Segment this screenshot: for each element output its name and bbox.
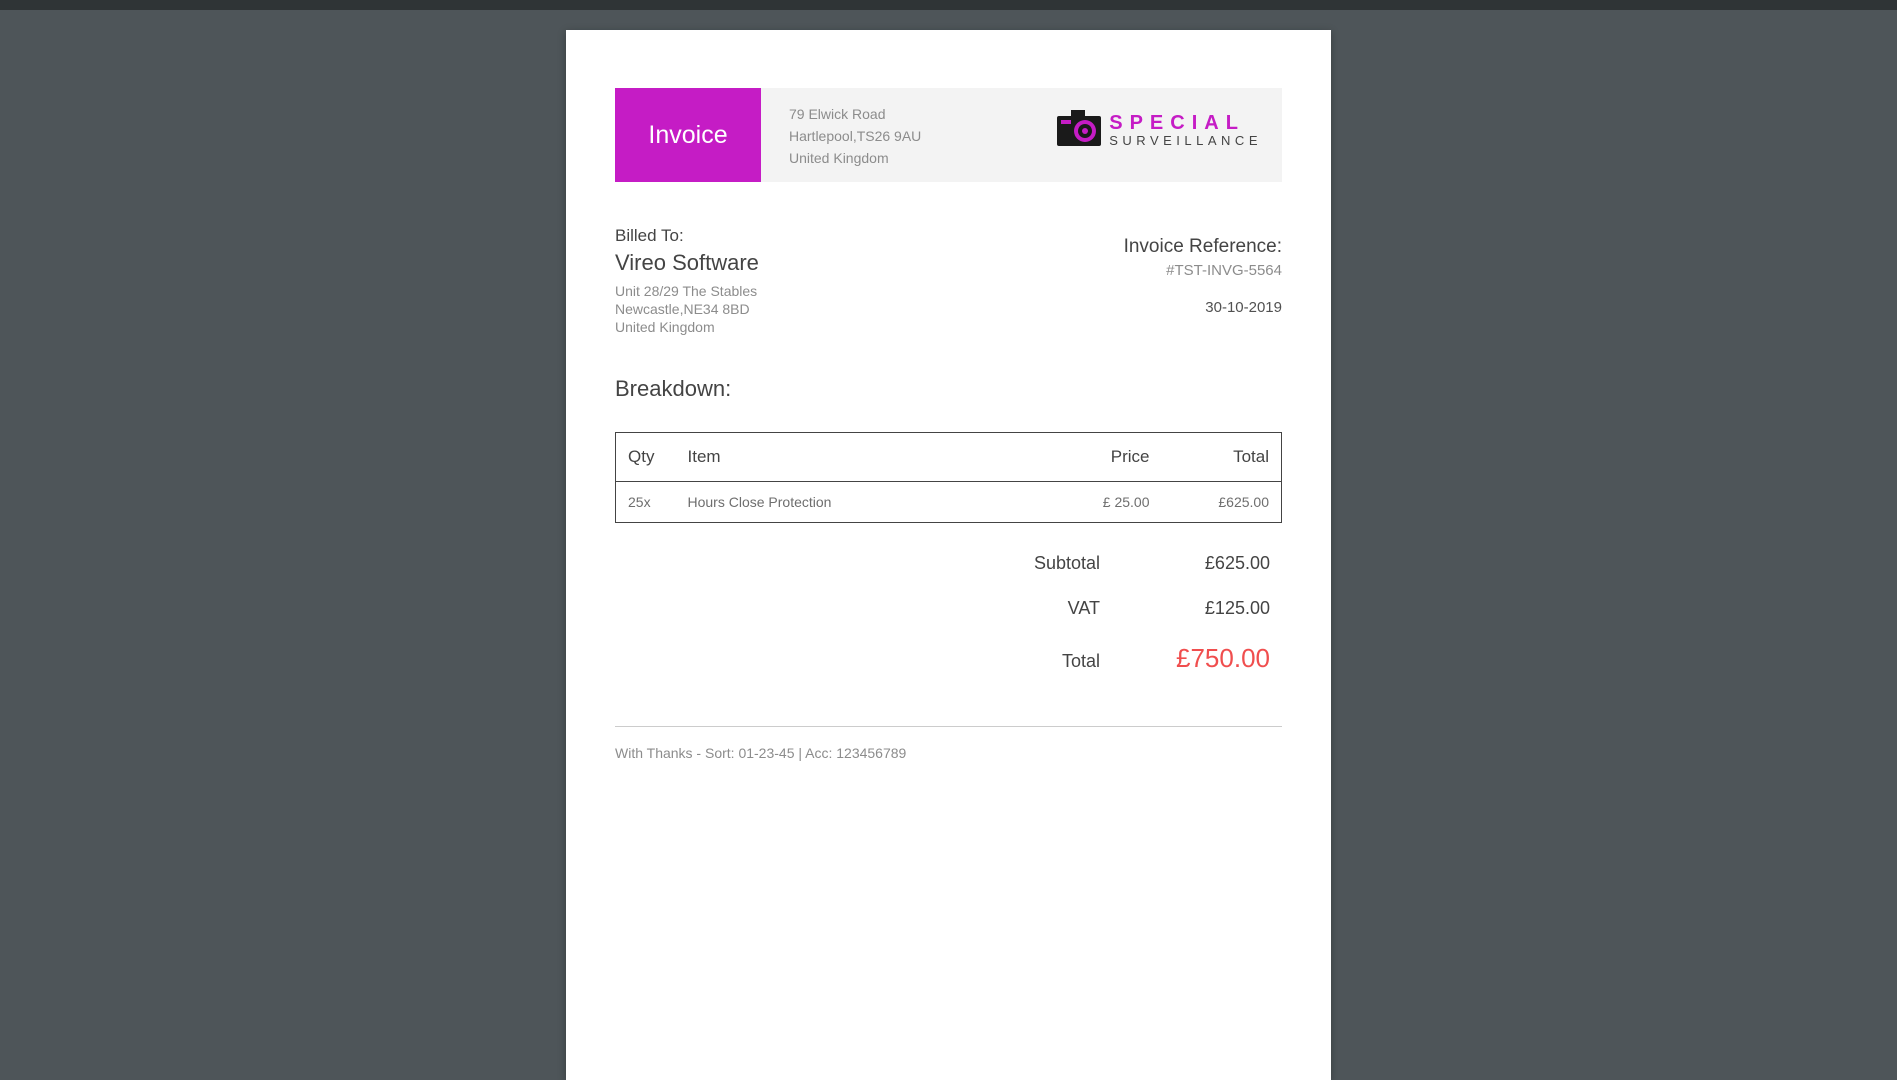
company-address-line: 79 Elwick Road (789, 103, 921, 125)
company-address: 79 Elwick Road Hartlepool,TS26 9AU Unite… (761, 88, 921, 182)
total-value: £750.00 (1160, 643, 1270, 674)
brand-line1: SPECIAL (1109, 113, 1262, 134)
cell-total: £625.00 (1162, 482, 1282, 523)
billed-to-label: Billed To: (615, 226, 759, 246)
subtotal-label: Subtotal (1020, 553, 1100, 574)
invoice-reference-label: Invoice Reference: (1124, 236, 1282, 258)
breakdown-table: Qty Item Price Total 25x Hours Close Pro… (615, 432, 1282, 523)
billed-to-address-line: United Kingdom (615, 318, 759, 336)
totals-block: Subtotal £625.00 VAT £125.00 Total £750.… (615, 541, 1282, 686)
company-address-line: Hartlepool,TS26 9AU (789, 125, 921, 147)
company-address-line: United Kingdom (789, 147, 921, 169)
brand-line2: SURVEILLANCE (1109, 134, 1262, 148)
camera-icon (1057, 110, 1101, 151)
invoice-badge: Invoice (615, 88, 761, 182)
col-header-qty: Qty (616, 433, 676, 482)
col-header-price: Price (1042, 433, 1162, 482)
brand-text: SPECIAL SURVEILLANCE (1109, 113, 1262, 148)
breakdown-title: Breakdown: (615, 376, 1282, 402)
brand-logo: SPECIAL SURVEILLANCE (1057, 110, 1262, 151)
invoice-page: Invoice 79 Elwick Road Hartlepool,TS26 9… (566, 30, 1331, 1080)
header-band: Invoice 79 Elwick Road Hartlepool,TS26 9… (615, 88, 1282, 182)
total-label: Total (1020, 651, 1100, 672)
billed-to-address-line: Unit 28/29 The Stables (615, 282, 759, 300)
divider (615, 726, 1282, 727)
top-chrome-bar (0, 0, 1897, 10)
table-row: 25x Hours Close Protection £ 25.00 £625.… (616, 482, 1282, 523)
invoice-reference-block: Invoice Reference: #TST-INVG-5564 30-10-… (1124, 226, 1282, 316)
cell-price: £ 25.00 (1042, 482, 1162, 523)
cell-item: Hours Close Protection (676, 482, 1042, 523)
billed-to-address-line: Newcastle,NE34 8BD (615, 300, 759, 318)
footer-text: With Thanks - Sort: 01-23-45 | Acc: 1234… (566, 745, 1331, 761)
billed-to-block: Billed To: Vireo Software Unit 28/29 The… (615, 226, 759, 336)
cell-qty: 25x (616, 482, 676, 523)
vat-label: VAT (1020, 598, 1100, 619)
vat-value: £125.00 (1160, 598, 1270, 619)
col-header-total: Total (1162, 433, 1282, 482)
invoice-reference-number: #TST-INVG-5564 (1124, 262, 1282, 279)
subtotal-value: £625.00 (1160, 553, 1270, 574)
col-header-item: Item (676, 433, 1042, 482)
billed-to-name: Vireo Software (615, 250, 759, 276)
invoice-date: 30-10-2019 (1124, 299, 1282, 316)
